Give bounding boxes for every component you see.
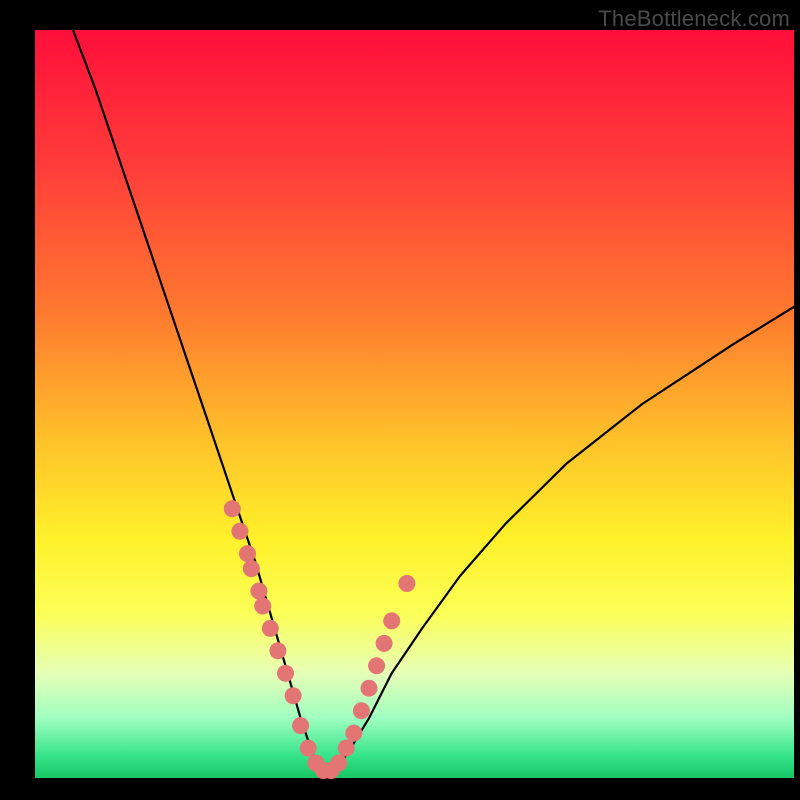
- marker-point: [243, 560, 260, 577]
- watermark-text: TheBottleneck.com: [598, 6, 790, 32]
- chart-container: TheBottleneck.com: [0, 0, 800, 800]
- marker-point: [285, 687, 302, 704]
- marker-point: [398, 575, 415, 592]
- marker-point: [231, 523, 248, 540]
- plot-area: [35, 30, 794, 778]
- marker-point: [262, 620, 279, 637]
- marker-point: [254, 598, 271, 615]
- marker-point: [353, 702, 370, 719]
- marker-point: [239, 545, 256, 562]
- marker-point: [345, 725, 362, 742]
- marker-point: [338, 740, 355, 757]
- bottleneck-chart: [0, 0, 800, 800]
- marker-point: [376, 635, 393, 652]
- marker-point: [383, 612, 400, 629]
- marker-point: [368, 657, 385, 674]
- marker-point: [277, 665, 294, 682]
- marker-point: [224, 500, 241, 517]
- marker-point: [269, 642, 286, 659]
- marker-point: [292, 717, 309, 734]
- marker-point: [250, 583, 267, 600]
- marker-point: [330, 755, 347, 772]
- marker-point: [300, 740, 317, 757]
- marker-point: [361, 680, 378, 697]
